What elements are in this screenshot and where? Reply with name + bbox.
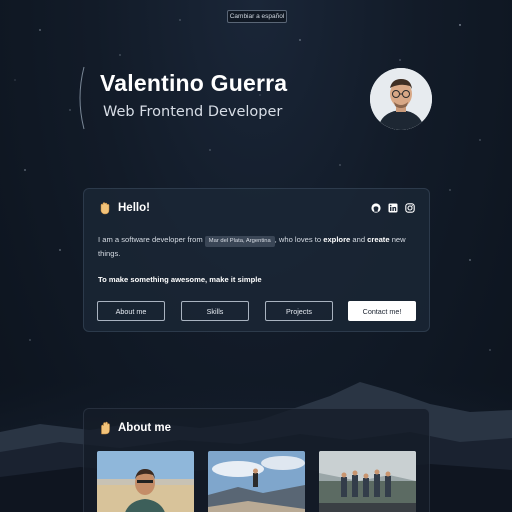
- skills-button[interactable]: Skills: [181, 301, 249, 321]
- github-icon[interactable]: [371, 203, 381, 213]
- linkedin-icon[interactable]: [388, 203, 398, 213]
- instagram-icon[interactable]: [405, 203, 415, 213]
- about-me-button[interactable]: About me: [97, 301, 165, 321]
- photo-beach: [97, 451, 194, 512]
- decorative-curve: [79, 66, 85, 130]
- contact-me-button[interactable]: Contact me!: [348, 301, 416, 321]
- page-title: Valentino Guerra: [100, 70, 288, 96]
- photo-mountain: [208, 451, 305, 512]
- hello-title: Hello!: [118, 202, 150, 214]
- intro-text: I am a software developer from Mar del P…: [98, 235, 406, 258]
- photo-group: [319, 451, 416, 512]
- waving-hand-icon: [100, 202, 110, 215]
- language-toggle-button[interactable]: Cambiar a español: [227, 10, 287, 23]
- avatar: [370, 68, 432, 130]
- job-title: Web Frontend Developer: [103, 104, 283, 120]
- motto-text: To make something awesome, make it simpl…: [98, 275, 262, 284]
- hello-card: Hello! I am a software developer from Ma…: [83, 188, 430, 332]
- location-badge: Mar del Plata, Argentina: [204, 236, 275, 247]
- about-title: About me: [118, 422, 172, 434]
- about-section: About me: [83, 408, 430, 512]
- social-links: [371, 203, 415, 213]
- projects-button[interactable]: Projects: [265, 301, 333, 321]
- raised-hand-icon: [101, 421, 110, 435]
